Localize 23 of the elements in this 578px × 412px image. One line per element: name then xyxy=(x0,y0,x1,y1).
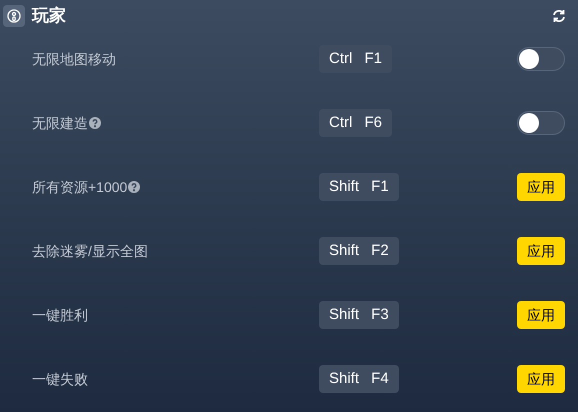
hotkey-badge: Shift F2 xyxy=(319,237,399,265)
help-icon[interactable] xyxy=(89,117,101,129)
hotkey-badge: Ctrl F6 xyxy=(319,109,392,137)
apply-button[interactable]: 应用 xyxy=(517,365,565,393)
apply-button[interactable]: 应用 xyxy=(517,173,565,201)
toggle-switch[interactable] xyxy=(517,111,565,135)
apply-button[interactable]: 应用 xyxy=(517,301,565,329)
row-label: 去除迷雾/显示全图 xyxy=(32,242,148,260)
row-label: 一键胜利 xyxy=(32,306,88,324)
help-icon[interactable] xyxy=(128,181,140,193)
row-label: 所有资源+1000 xyxy=(32,178,128,196)
panel-title: 玩家 xyxy=(32,5,66,28)
row-label: 一键失败 xyxy=(32,370,88,388)
row-label: 无限地图移动 xyxy=(32,50,116,68)
hotkey-badge: Shift F3 xyxy=(319,301,399,329)
refresh-icon[interactable] xyxy=(552,9,566,23)
row-label: 无限建造 xyxy=(32,114,88,132)
player-icon xyxy=(3,5,25,27)
hotkey-badge: Shift F1 xyxy=(319,173,399,201)
hotkey-badge: Ctrl F1 xyxy=(319,45,392,73)
toggle-switch[interactable] xyxy=(517,47,565,71)
apply-button[interactable]: 应用 xyxy=(517,237,565,265)
hotkey-badge: Shift F4 xyxy=(319,365,399,393)
